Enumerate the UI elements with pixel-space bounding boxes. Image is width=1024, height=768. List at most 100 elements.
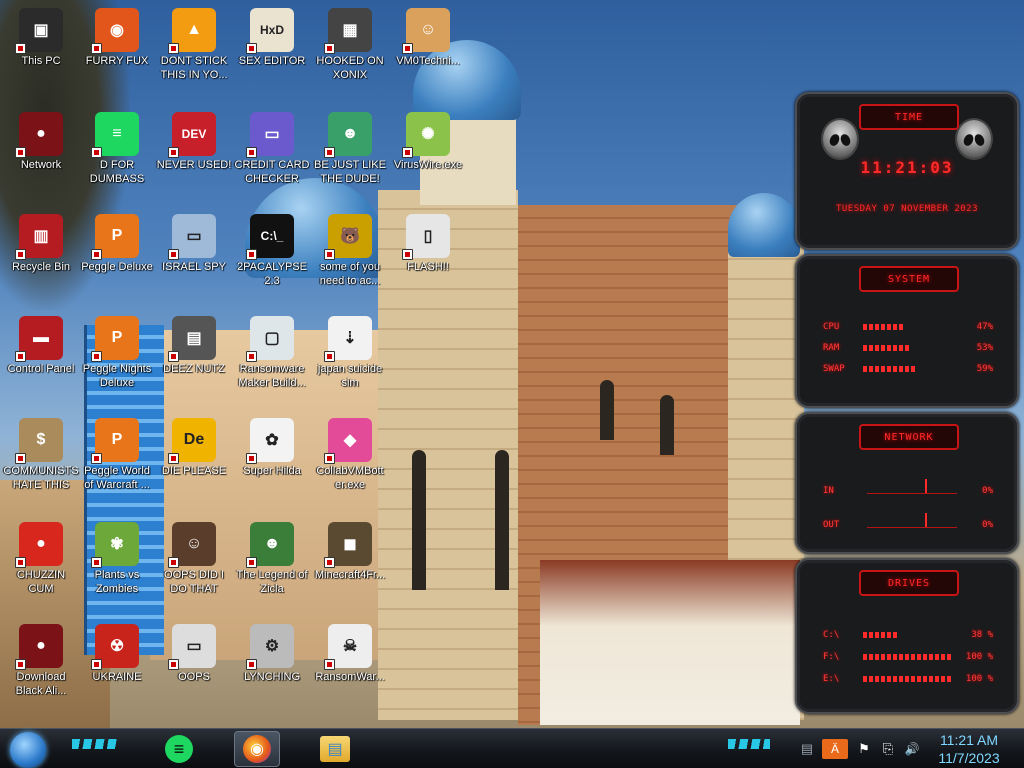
firefox-icon: ◉: [91, 8, 139, 54]
desktop-icon-label: Minecraft4Fr...: [314, 569, 386, 581]
desktop-icon-label: Download Black Ali...: [15, 671, 67, 697]
desktop-icon[interactable]: ● Download Black Ali...: [2, 620, 80, 720]
network-tray-icon[interactable]: ⎘: [876, 741, 900, 757]
desktop-icon[interactable]: ◉ FURRY FUX: [78, 4, 156, 104]
shortcut-arrow-icon: [324, 147, 335, 158]
gear-flag-icon: ⚙: [246, 624, 294, 670]
desktop-icon-label: NEVER USED!: [156, 159, 232, 171]
desktop-icon[interactable]: ✾ Plants vs Zombies: [78, 518, 156, 618]
desktop-icon-label: CollabVMBott er.exe: [316, 465, 384, 491]
desktop-icon-label: Control Panel: [7, 363, 75, 375]
tray-app-icon[interactable]: Ä: [822, 739, 848, 759]
desktop-icon[interactable]: ☢ UKRAINE: [78, 620, 156, 720]
network-in-value: 0%: [982, 486, 993, 496]
network-out-value: 0%: [982, 520, 993, 530]
desktop-icon-label: RansomWar...: [315, 671, 385, 683]
shortcut-arrow-icon: [246, 453, 257, 464]
windows-stack-icon: ▤: [168, 316, 216, 362]
file-explorer-taskbar-icon: ▤: [320, 736, 350, 762]
shortcut-arrow-icon: [324, 557, 335, 568]
desktop-icon[interactable]: ▯ FLASH!!: [389, 210, 467, 310]
desktop-icon-label: Super Hilda: [243, 465, 301, 477]
desktop-icon[interactable]: ☻ BE JUST LIKE THE DUDE!: [311, 108, 389, 208]
desktop-icon[interactable]: ☠ RansomWar...: [311, 620, 389, 720]
desktop-icon-label: some of you need to ac...: [319, 261, 381, 287]
desktop-icon[interactable]: ▣ This PC: [2, 4, 80, 104]
drive-c-label: C:\: [823, 630, 840, 640]
desktop-icon[interactable]: ≡ D FOR DUMBASS: [78, 108, 156, 208]
drive-f-bar: [863, 654, 953, 660]
desktop-icon[interactable]: ☺ OOPS DID I DO THAT: [155, 518, 233, 618]
desktop-icon-label: 2PACALYPSE 2.3: [237, 261, 307, 287]
volume-icon[interactable]: 🔊: [900, 742, 924, 756]
system-ram-label: RAM: [823, 343, 840, 353]
radiation-icon: ☢: [91, 624, 139, 670]
desktop-icon[interactable]: ▭ CREDIT CARD CHECKER: [233, 108, 311, 208]
system-swap-row: SWAP 59%: [823, 362, 993, 376]
drives-widget[interactable]: DRIVES C:\ 38 % F:\ 100 % E:\ 100 %: [795, 558, 1019, 714]
shortcut-arrow-icon: [246, 43, 257, 54]
desktop-icon[interactable]: P Peggle World of Warcraft ...: [78, 414, 156, 514]
desktop-icon[interactable]: De DIE PLEASE: [155, 414, 233, 514]
desktop-icon[interactable]: ✿ Super Hilda: [233, 414, 311, 514]
shortcut-arrow-icon: [324, 43, 335, 54]
desktop-icon-label: FLASH!!: [407, 261, 449, 273]
time-widget[interactable]: TIME 11:21:03 TUESDAY 07 NOVEMBER 2023: [795, 92, 1019, 250]
wallpaper-window: [412, 450, 426, 590]
system-cpu-row: CPU 47%: [823, 320, 993, 334]
desktop-icon[interactable]: ▭ ISRAEL SPY: [155, 210, 233, 310]
desktop-icon[interactable]: P Peggle Deluxe: [78, 210, 156, 310]
portrait-icon: ☺: [168, 522, 216, 568]
drive-f-value: 100 %: [965, 652, 993, 662]
shortcut-arrow-icon: [168, 659, 179, 670]
desktop-icon[interactable]: ▢ Ransomware Maker Build...: [233, 312, 311, 412]
desktop-icon[interactable]: DEV NEVER USED!: [155, 108, 233, 208]
desktop-icon[interactable]: ◆ CollabVMBott er.exe: [311, 414, 389, 514]
desktop-icon-label: DIE PLEASE: [161, 465, 227, 477]
start-button[interactable]: [10, 732, 46, 768]
system-ram-row: RAM 53%: [823, 341, 993, 355]
beaver-icon: 🐻: [324, 214, 372, 260]
taskbar-app-file-explorer[interactable]: ▤: [312, 731, 358, 767]
flag-icon[interactable]: ⚑: [852, 741, 876, 757]
shortcut-arrow-icon: [246, 147, 257, 158]
dev-cpp-icon: DEV: [168, 112, 216, 158]
desktop-icon[interactable]: ▤ DEEZ NUTZ: [155, 312, 233, 412]
computer-icon: ▣: [15, 8, 63, 54]
taskbar-app-firefox[interactable]: ◉: [234, 731, 280, 767]
desktop-icon[interactable]: ◼ Minecraft4Fr...: [311, 518, 389, 618]
desktop-icon[interactable]: ✺ VirusWire.exe: [389, 108, 467, 208]
desktop-icon[interactable]: ⇣ japan suicide sim: [311, 312, 389, 412]
desktop-icon[interactable]: ☺ VM0Techni...: [389, 4, 467, 104]
taskbar-clock[interactable]: 11:21 AM 11/7/2023: [932, 731, 1006, 767]
desktop-icon[interactable]: 🐻 some of you need to ac...: [311, 210, 389, 310]
taskbar-app-spotify[interactable]: ≡: [156, 731, 202, 767]
system-widget[interactable]: SYSTEM CPU 47% RAM 53% SWAP 59%: [795, 254, 1019, 408]
network-widget[interactable]: NETWORK IN 0% OUT 0%: [795, 412, 1019, 554]
desktop-icon-label: OOPS: [178, 671, 210, 683]
wallpaper-window: [600, 380, 614, 440]
drives-widget-title: DRIVES: [859, 570, 959, 596]
desktop-icon[interactable]: ▦ HOOKED ON XONIX: [311, 4, 389, 104]
desktop-icon-label: COMMUNISTS HATE THIS G...: [3, 465, 79, 491]
desktop-icon[interactable]: ● Network: [2, 108, 80, 208]
desktop-icon[interactable]: ▥ Recycle Bin: [2, 210, 80, 310]
desktop-icon[interactable]: $COMMUNISTS HATE THIS G...: [2, 414, 80, 514]
desktop-icon-label: Peggle Deluxe: [81, 261, 153, 273]
desktop-icon[interactable]: ● CHUZZIN CUM: [2, 518, 80, 618]
desktop-icon[interactable]: HxD SEX EDITOR: [233, 4, 311, 104]
desktop-icon[interactable]: ▬ Control Panel: [2, 312, 80, 412]
shortcut-arrow-icon: [15, 43, 26, 54]
system-cpu-value: 47%: [976, 322, 993, 332]
drive-f-label: F:\: [823, 652, 840, 662]
desktop-icon[interactable]: ▲ DONT STICK THIS IN YO...: [155, 4, 233, 104]
desktop-icon-label: CREDIT CARD CHECKER: [234, 159, 310, 185]
show-hidden-icons-icon[interactable]: ▤: [796, 741, 818, 757]
desktop-icon[interactable]: C:\_ 2PACALYPSE 2.3: [233, 210, 311, 310]
system-widget-title: SYSTEM: [859, 266, 959, 292]
desktop-icon[interactable]: ⚙ LYNCHING: [233, 620, 311, 720]
desktop-icon-label: DEEZ NUTZ: [163, 363, 225, 375]
desktop-icon[interactable]: P Peggle Nights Deluxe: [78, 312, 156, 412]
desktop-icon[interactable]: ☻ The Legend of Zicla: [233, 518, 311, 618]
desktop-icon[interactable]: ▭ OOPS: [155, 620, 233, 720]
